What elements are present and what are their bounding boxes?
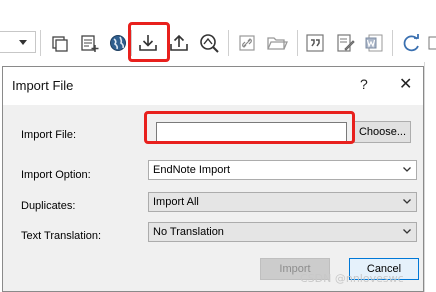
chevron-down-icon xyxy=(403,229,411,234)
open-link-icon xyxy=(239,35,255,51)
show-groups-button[interactable] xyxy=(47,29,73,57)
sync-button[interactable] xyxy=(398,29,424,57)
export-icon xyxy=(170,34,188,51)
toolbar-separator xyxy=(131,30,132,56)
toolbar-overflow-icon[interactable] xyxy=(426,29,436,57)
toolbar-separator xyxy=(392,30,393,56)
export-button[interactable] xyxy=(166,29,192,57)
import-option-label: Import Option: xyxy=(21,169,91,181)
import-file-input[interactable] xyxy=(156,122,347,144)
background-window-edge xyxy=(424,62,436,292)
find-full-text-button[interactable] xyxy=(196,29,222,57)
insert-citation-icon xyxy=(306,34,324,52)
duplicates-value: Import All xyxy=(153,196,199,208)
toolbar-separator xyxy=(228,30,229,56)
sync-icon xyxy=(403,34,419,52)
toolbar-separator xyxy=(40,30,41,56)
edit-reference-button[interactable] xyxy=(332,29,358,57)
online-search-button[interactable] xyxy=(105,29,131,57)
duplicates-label: Duplicates: xyxy=(21,200,76,212)
main-toolbar xyxy=(0,0,436,62)
chevron-down-icon xyxy=(403,199,411,204)
new-reference-button[interactable] xyxy=(76,29,102,57)
text-translation-select[interactable]: No Translation xyxy=(148,222,417,242)
new-reference-icon xyxy=(81,35,99,52)
import-option-select[interactable]: EndNote Import xyxy=(148,160,417,180)
online-search-icon xyxy=(110,35,126,51)
open-file-icon xyxy=(267,37,288,50)
open-file-button[interactable] xyxy=(264,29,290,57)
close-icon[interactable]: ✕ xyxy=(399,74,412,94)
toolbar-separator xyxy=(297,30,298,56)
cancel-button[interactable]: Cancel xyxy=(349,258,419,280)
edit-reference-icon xyxy=(337,34,355,52)
text-translation-label: Text Translation: xyxy=(21,230,102,242)
style-dropdown[interactable] xyxy=(0,31,36,53)
dialog-title: Import File xyxy=(12,78,74,93)
open-link-button[interactable] xyxy=(234,29,260,57)
word-icon xyxy=(365,34,383,52)
import-option-value: EndNote Import xyxy=(153,164,231,176)
chevron-down-icon xyxy=(19,40,27,45)
import-button-disabled[interactable]: Import xyxy=(260,258,330,280)
help-button[interactable]: ? xyxy=(360,76,368,92)
duplicates-select[interactable]: Import All xyxy=(148,192,417,212)
import-file-dialog: Import File ? ✕ Import File: Choose... I… xyxy=(2,66,424,292)
import-button[interactable] xyxy=(135,29,161,57)
find-full-text-icon xyxy=(200,34,219,53)
word-button[interactable] xyxy=(361,29,387,57)
dialog-titlebar: Import File ? ✕ xyxy=(3,67,423,105)
insert-citation-button[interactable] xyxy=(302,29,328,57)
text-translation-value: No Translation xyxy=(153,226,224,238)
show-groups-icon xyxy=(52,36,68,52)
import-icon xyxy=(139,35,157,51)
choose-file-button[interactable]: Choose... xyxy=(354,121,411,143)
import-file-label: Import File: xyxy=(21,129,77,141)
chevron-down-icon xyxy=(403,167,411,172)
